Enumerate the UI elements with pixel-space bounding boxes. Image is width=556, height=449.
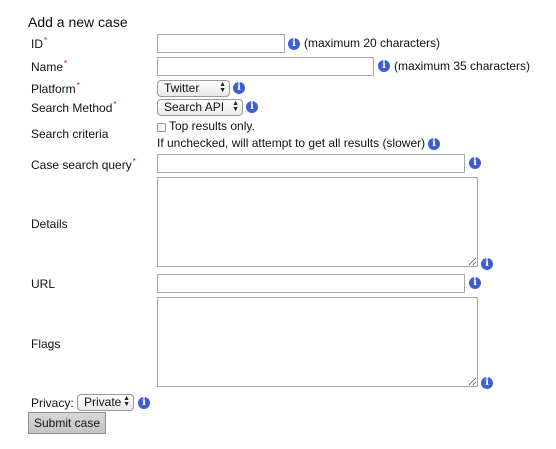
top-results-label: Top results only.: [169, 119, 255, 133]
info-icon[interactable]: i: [428, 138, 440, 150]
case-search-query-label-text: Case search query: [31, 158, 132, 172]
info-icon[interactable]: i: [138, 397, 150, 409]
search-method-select[interactable]: Search API ▲ ▼: [157, 99, 243, 116]
info-icon[interactable]: i: [246, 101, 258, 113]
up-down-arrows-icon: ▲ ▼: [219, 81, 226, 94]
case-search-query-field[interactable]: [157, 154, 465, 173]
details-textarea[interactable]: [157, 177, 478, 267]
platform-label-text: Platform: [31, 82, 76, 96]
page-title: Add a new case: [28, 14, 128, 30]
details-label: Details: [31, 217, 68, 231]
case-search-query-label: Case search query*: [31, 157, 136, 172]
flags-textarea[interactable]: [157, 297, 478, 387]
flags-label: Flags: [31, 337, 61, 351]
name-label: Name*: [31, 59, 67, 74]
submit-case-button[interactable]: Submit case: [28, 412, 107, 434]
platform-label: Platform*: [31, 81, 80, 96]
up-down-arrows-icon: ▲ ▼: [123, 395, 130, 408]
search-criteria-label: Search criteria: [31, 127, 109, 141]
top-results-checkbox[interactable]: [157, 123, 166, 132]
info-icon[interactable]: i: [481, 258, 493, 270]
search-method-label: Search Method*: [31, 100, 117, 115]
name-field[interactable]: [157, 57, 374, 76]
required-mark: *: [132, 157, 136, 166]
required-mark: *: [64, 59, 68, 68]
search-criteria-note: If unchecked, will attempt to get all re…: [157, 136, 426, 150]
required-mark: *: [76, 81, 80, 90]
url-field[interactable]: [157, 274, 465, 293]
privacy-select[interactable]: Private ▲ ▼: [77, 394, 134, 411]
info-icon[interactable]: i: [481, 377, 493, 389]
id-label: ID*: [31, 36, 47, 51]
info-icon[interactable]: i: [469, 277, 481, 289]
name-hint: (maximum 35 characters): [394, 59, 531, 73]
name-label-text: Name: [31, 60, 64, 74]
platform-selected-value: Twitter: [164, 81, 200, 95]
platform-select[interactable]: Twitter ▲ ▼: [157, 80, 230, 97]
url-label: URL: [31, 277, 56, 291]
up-down-arrows-icon: ▲ ▼: [232, 100, 239, 113]
info-icon[interactable]: i: [378, 60, 390, 72]
id-field[interactable]: [157, 34, 285, 53]
privacy-label: Privacy:: [31, 396, 74, 410]
search-method-label-text: Search Method: [31, 101, 113, 115]
required-mark: *: [44, 36, 48, 45]
search-method-selected-value: Search API: [164, 100, 225, 114]
id-label-text: ID: [31, 37, 43, 51]
privacy-selected-value: Private: [84, 395, 122, 409]
info-icon[interactable]: i: [288, 38, 300, 50]
id-hint: (maximum 20 characters): [304, 36, 441, 50]
info-icon[interactable]: i: [233, 82, 245, 94]
info-icon[interactable]: i: [469, 157, 481, 169]
required-mark: *: [113, 100, 117, 109]
